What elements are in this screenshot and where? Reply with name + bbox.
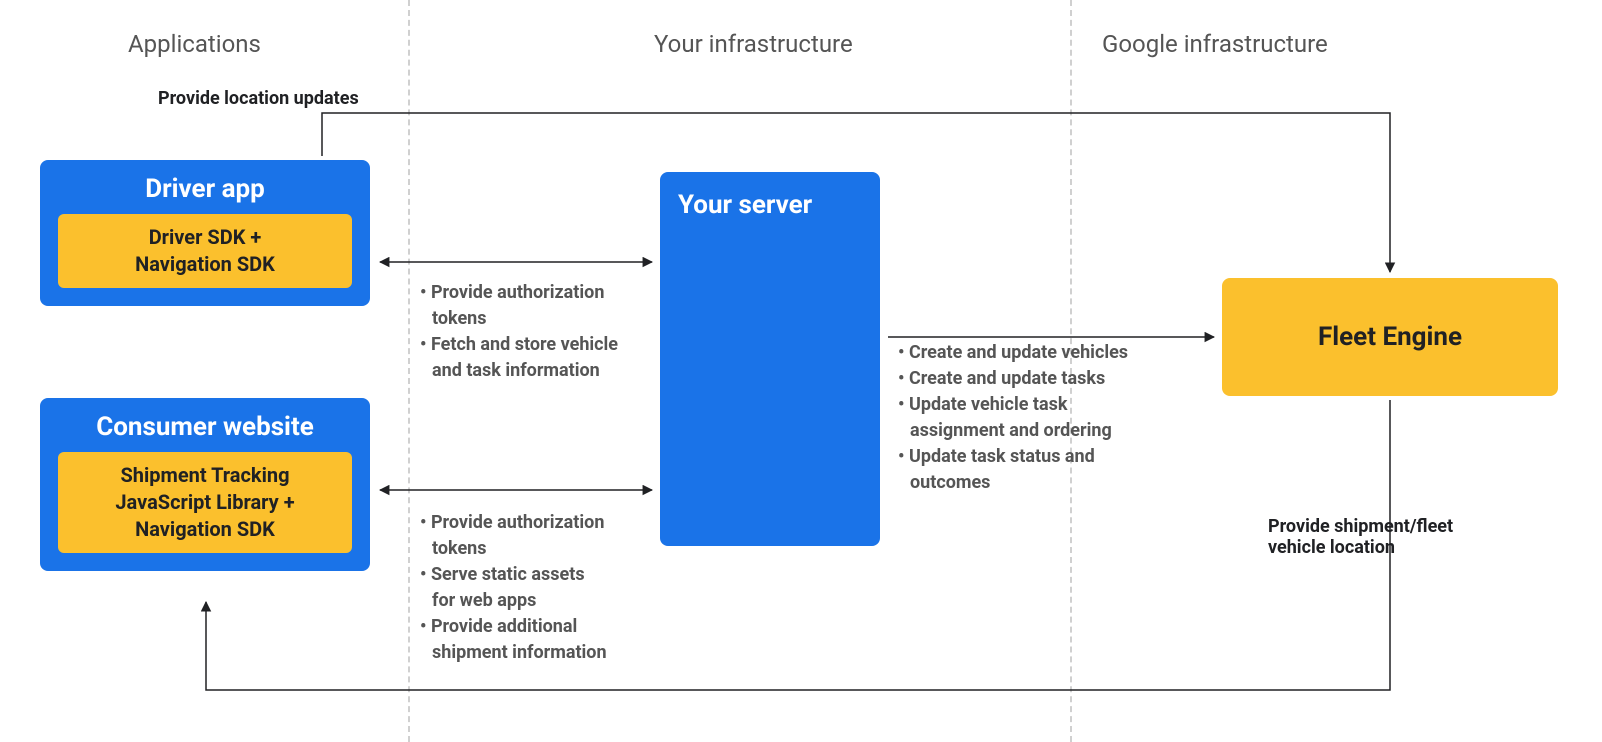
driver-app-box: Driver app Driver SDK + Navigation SDK	[40, 160, 370, 306]
section-your-infra: Your infrastructure	[654, 30, 853, 58]
edge-label-top: Provide location updates	[158, 88, 359, 109]
driver-app-title: Driver app	[58, 174, 352, 204]
consumer-website-inner: Shipment Tracking JavaScript Library + N…	[58, 452, 352, 553]
your-server-title: Your server	[678, 190, 862, 220]
your-server-box: Your server	[660, 172, 880, 546]
fleet-engine-box: Fleet Engine	[1222, 278, 1558, 396]
section-applications: Applications	[128, 30, 261, 58]
edge-label-bottom: Provide shipment/fleet vehicle location	[1268, 516, 1453, 558]
bullets-server-fleet: Create and update vehicles Create and up…	[898, 340, 1128, 497]
driver-app-inner: Driver SDK + Navigation SDK	[58, 214, 352, 288]
section-google-infra: Google infrastructure	[1102, 30, 1328, 58]
divider-1	[408, 0, 410, 742]
fleet-engine-title: Fleet Engine	[1318, 322, 1462, 352]
bullets-consumer-server: Provide authorization tokens Serve stati…	[420, 510, 607, 667]
consumer-website-box: Consumer website Shipment Tracking JavaS…	[40, 398, 370, 571]
bullets-driver-server: Provide authorization tokens Fetch and s…	[420, 280, 618, 384]
consumer-website-title: Consumer website	[58, 412, 352, 442]
